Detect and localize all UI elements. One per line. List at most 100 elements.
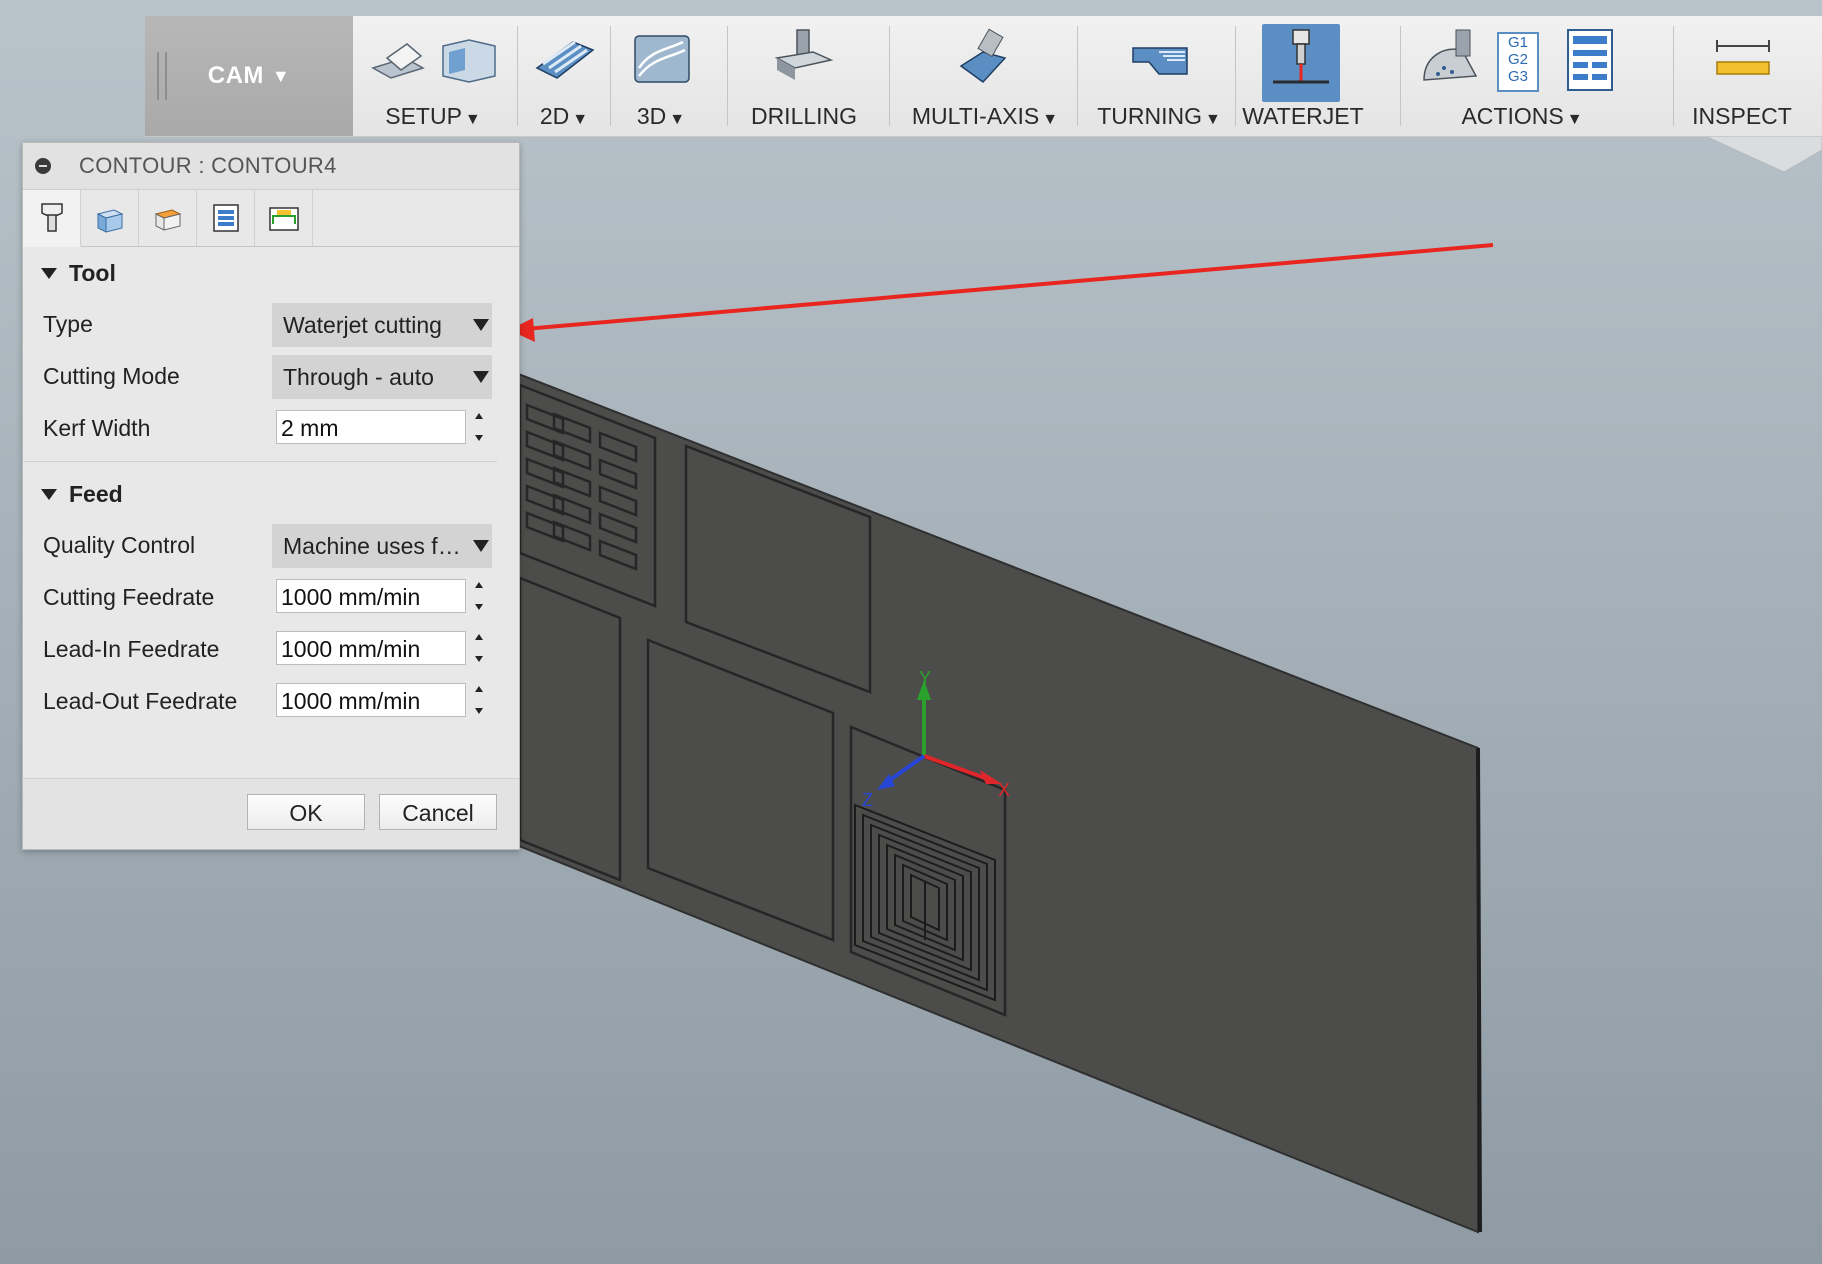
collapse-triangle-icon	[41, 267, 57, 279]
2d-group[interactable]: 2D ▼	[521, 16, 607, 136]
z-axis-label: Z	[862, 790, 873, 810]
waterjet-label: WATERJET	[1242, 103, 1364, 129]
drilling-group[interactable]: DRILLING	[731, 16, 877, 136]
type-label: Type	[43, 311, 93, 337]
waterjet-icon	[1273, 29, 1329, 84]
waterjet-group[interactable]: WATERJET	[1239, 16, 1367, 136]
2d-label: 2D ▼	[539, 103, 589, 129]
drill-icon	[774, 29, 834, 80]
chevron-down-icon: ▼	[271, 65, 291, 86]
heights-icon	[154, 209, 181, 231]
quality-control-value: Machine uses feed	[283, 533, 461, 559]
kerf-width-label: Kerf Width	[43, 415, 151, 441]
g1-text: G1	[1507, 34, 1528, 51]
cutting-mode-dropdown[interactable]: Through - auto	[272, 355, 492, 399]
tool-section-header[interactable]: Tool	[23, 247, 519, 299]
quality-control-dropdown[interactable]: Machine uses feed	[272, 524, 492, 568]
inspect-group[interactable]: INSPECT	[1677, 16, 1807, 136]
turning-group[interactable]: TURNING ▼	[1081, 16, 1237, 136]
inspect-label: INSPECT	[1692, 103, 1792, 129]
lead-out-feedrate-row: Lead-Out Feedrate 1000 mm/min	[23, 676, 519, 728]
cutting-mode-row: Cutting Mode Through - auto	[23, 351, 519, 403]
kerf-width-input[interactable]: 2 mm	[276, 410, 466, 444]
post-process-icon: G1 G2 G3	[1497, 32, 1539, 92]
g2-text: G2	[1507, 51, 1528, 68]
tab-heights[interactable]	[139, 190, 197, 246]
ok-button[interactable]: OK	[247, 794, 365, 830]
cutting-feedrate-label: Cutting Feedrate	[43, 584, 215, 610]
x-axis-label: X	[998, 780, 1010, 800]
y-axis-label: Y	[919, 668, 931, 688]
setup-stock-icon	[442, 39, 496, 83]
cutting-feedrate-row: Cutting Feedrate 1000 mm/min	[23, 572, 519, 624]
cutting-feedrate-stepper[interactable]	[470, 579, 490, 613]
type-row: Type Waterjet cutting	[23, 299, 519, 351]
lead-in-feedrate-row: Lead-In Feedrate 1000 mm/min	[23, 624, 519, 676]
cutting-feedrate-input[interactable]: 1000 mm/min	[276, 579, 466, 613]
setup-sheet-icon	[1567, 29, 1613, 91]
passes-icon	[212, 204, 239, 232]
quality-control-label: Quality Control	[43, 532, 196, 558]
multi-axis-group[interactable]: MULTI-AXIS ▼	[893, 16, 1077, 136]
dialog-title: CONTOUR : CONTOUR4	[79, 153, 337, 178]
lead-out-feedrate-stepper[interactable]	[470, 683, 490, 717]
tool-section-title: Tool	[69, 259, 116, 286]
3d-adaptive-icon	[634, 35, 690, 83]
toolbar-grip[interactable]	[157, 52, 167, 100]
quality-control-row: Quality Control Machine uses feed	[23, 520, 519, 572]
3d-label: 3D ▼	[636, 103, 686, 129]
dropdown-arrow-icon	[473, 319, 489, 331]
kerf-width-row: Kerf Width 2 mm	[23, 403, 519, 455]
sheet-edge	[1476, 747, 1482, 1233]
workspace-switcher[interactable]: CAM ▼	[145, 16, 353, 136]
drilling-label: DRILLING	[750, 103, 858, 129]
cam-toolbar: CAM ▼ SETUP ▼ 2D ▼ 3D ▼ DRILLING MULTI-A…	[145, 16, 1822, 137]
turning-label: TURNING ▼	[1097, 103, 1221, 129]
actions-group[interactable]: G1 G2 G3 ACTIONS ▼	[1404, 16, 1640, 136]
contour-dialog: CONTOUR : CONTOUR4 Tool Type Waterjet cu…	[22, 142, 520, 850]
simulate-icon	[1423, 29, 1478, 81]
dropdown-arrow-icon	[473, 540, 489, 552]
lead-in-feedrate-label: Lead-In Feedrate	[43, 636, 220, 662]
setup-label: SETUP ▼	[385, 103, 481, 129]
g3-text: G3	[1507, 68, 1528, 85]
tab-passes[interactable]	[197, 190, 255, 246]
lead-out-feedrate-label: Lead-Out Feedrate	[43, 688, 238, 714]
dropdown-arrow-icon	[473, 371, 489, 383]
3d-group[interactable]: 3D ▼	[613, 16, 709, 136]
dialog-tabs	[23, 190, 519, 247]
feed-section-title: Feed	[69, 480, 123, 507]
tab-tool[interactable]	[23, 190, 81, 247]
new-setup-icon	[371, 43, 425, 79]
lead-in-feedrate-stepper[interactable]	[470, 631, 490, 665]
tab-linking[interactable]	[255, 190, 313, 246]
cancel-button[interactable]: Cancel	[379, 794, 497, 830]
linking-icon	[268, 207, 299, 231]
feed-section-header[interactable]: Feed	[23, 468, 519, 520]
2d-adaptive-icon	[535, 40, 595, 79]
type-dropdown[interactable]: Waterjet cutting	[272, 303, 492, 347]
annotation-arrow	[509, 243, 1494, 342]
tool-icon	[40, 203, 63, 232]
kerf-width-stepper[interactable]	[470, 410, 490, 444]
geometry-icon	[96, 209, 123, 233]
turning-icon	[1132, 47, 1188, 75]
measure-icon	[1716, 40, 1770, 75]
sheet-part[interactable]	[379, 318, 1479, 1234]
lead-out-feedrate-input[interactable]: 1000 mm/min	[276, 683, 466, 717]
collapse-triangle-icon	[41, 488, 57, 500]
dialog-footer: OK Cancel	[23, 778, 519, 849]
section-divider	[23, 461, 497, 462]
collapse-icon[interactable]	[35, 158, 51, 174]
lead-in-feedrate-input[interactable]: 1000 mm/min	[276, 631, 466, 665]
multi-axis-label: MULTI-AXIS ▼	[911, 103, 1059, 129]
tab-geometry[interactable]	[81, 190, 139, 246]
viewcube[interactable]	[1704, 135, 1822, 173]
setup-group[interactable]: SETUP ▼	[353, 16, 513, 136]
actions-label: ACTIONS ▼	[1461, 103, 1583, 129]
cutting-mode-label: Cutting Mode	[43, 363, 180, 389]
workspace-label: CAM	[207, 62, 264, 89]
cutting-mode-value: Through - auto	[283, 364, 434, 390]
dialog-title-bar[interactable]: CONTOUR : CONTOUR4	[23, 143, 519, 190]
multi-axis-icon	[959, 28, 1007, 84]
